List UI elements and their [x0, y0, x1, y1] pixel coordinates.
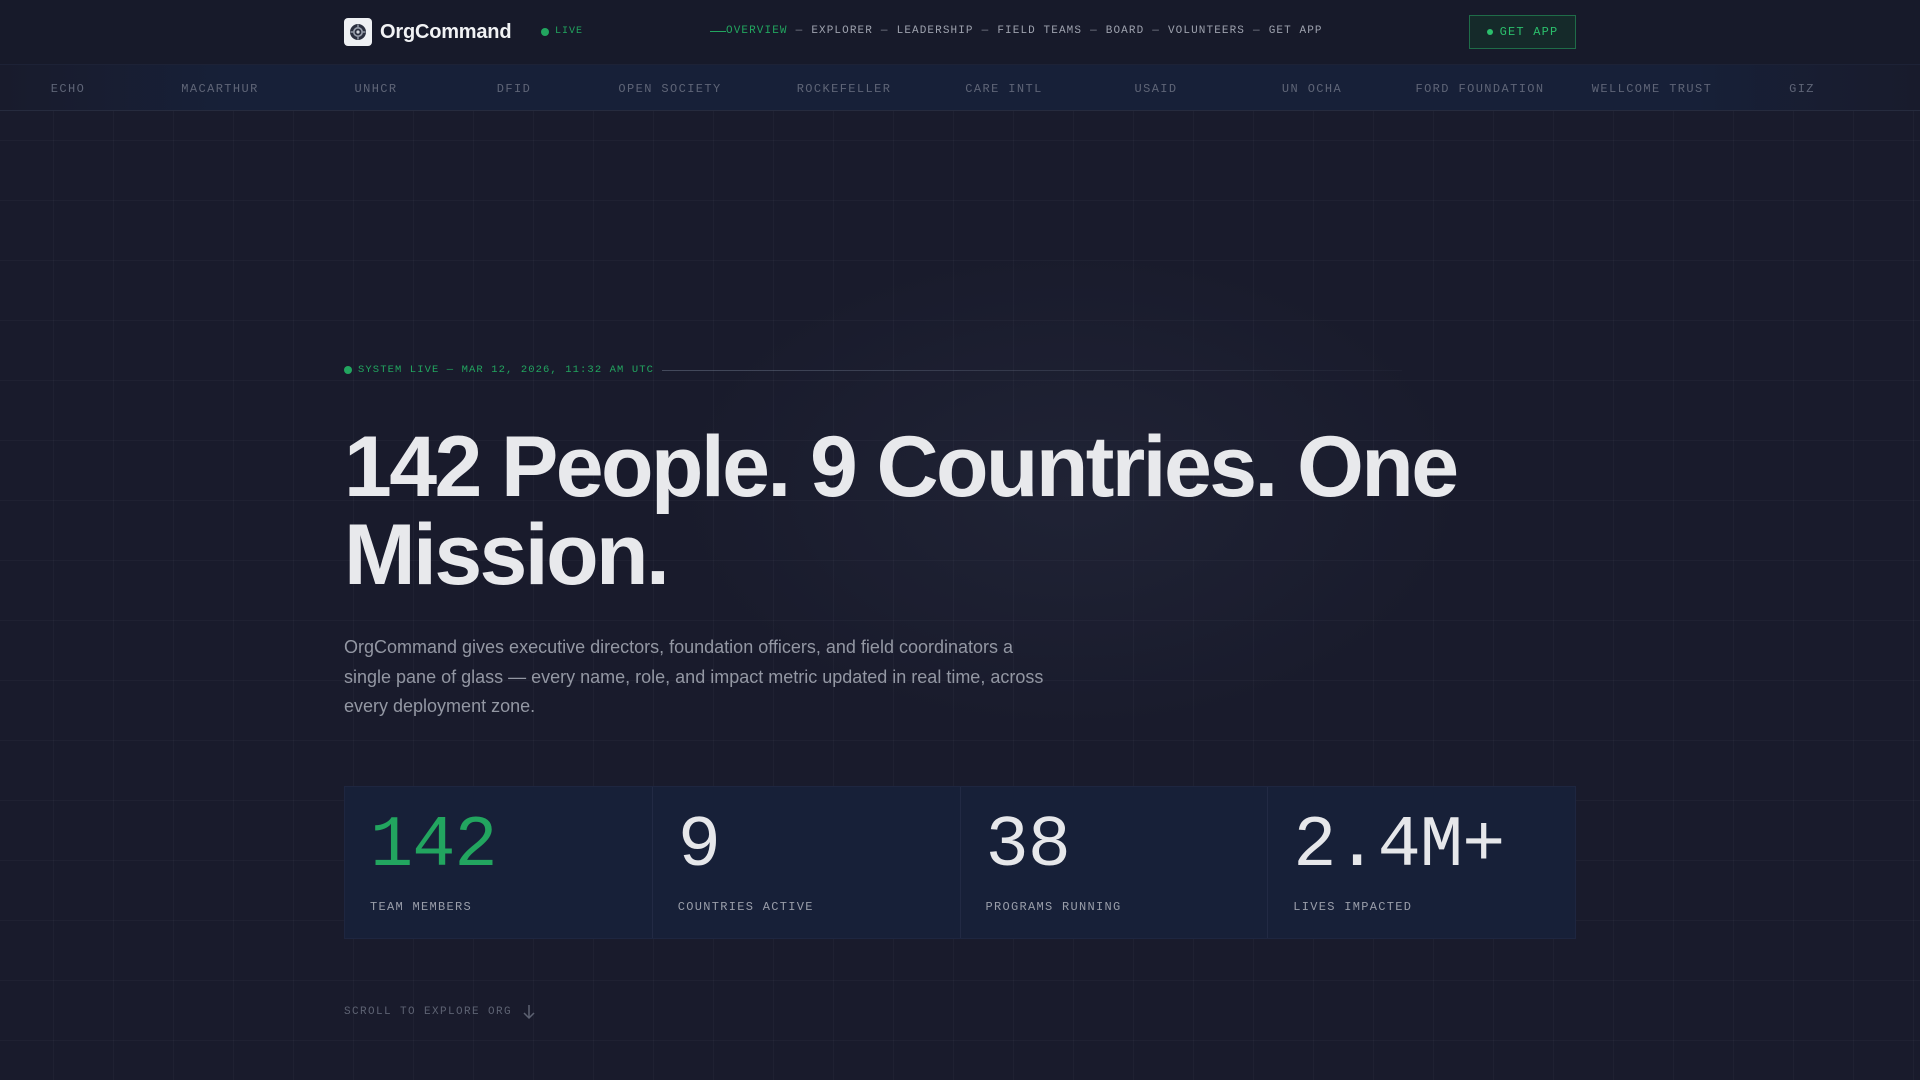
nav-separator: — [1253, 25, 1261, 37]
nav-item-leadership[interactable]: LEADERSHIP [897, 25, 974, 37]
nav-item-explorer[interactable]: EXPLORER [811, 25, 873, 37]
nav-item-volunteers[interactable]: VOLUNTEERS [1168, 25, 1245, 37]
stat-value: 2.4M+ [1293, 805, 1505, 887]
nav-separator: — [1152, 25, 1160, 37]
active-indicator-line [710, 30, 726, 32]
top-bar: OrgCommand LIVE OVERVIEW — EXPLORER — LE… [0, 0, 1920, 64]
get-app-button[interactable]: GET APP [1469, 15, 1576, 49]
system-status-text: SYSTEM LIVE — MAR 12, 2026, 11:32 AM UTC [358, 364, 655, 376]
live-label: LIVE [555, 26, 584, 37]
partner-logo: OPEN SOCIETY [618, 82, 722, 96]
nav-separator: — [1090, 25, 1098, 37]
arrow-down-icon [523, 1005, 535, 1020]
stat-value: 38 [985, 805, 1071, 887]
nav-separator: — [981, 25, 990, 37]
partner-logo: UNHCR [354, 82, 398, 96]
main-nav: OVERVIEW — EXPLORER — LEADERSHIP — FIELD… [710, 25, 1323, 37]
partner-logo: ROCKEFELLER [796, 82, 892, 96]
get-app-label: GET APP [1499, 25, 1559, 39]
nav-item-board[interactable]: BOARD [1106, 25, 1145, 37]
partner-logo: USAID [1134, 82, 1178, 96]
status-divider [662, 370, 1402, 371]
brand-name: OrgCommand [380, 20, 512, 43]
nav-separator: — [880, 25, 889, 37]
stat-label: PROGRAMS RUNNING [985, 900, 1122, 914]
stat-label: COUNTRIES ACTIVE [677, 900, 814, 914]
brand-logo-icon [344, 18, 372, 46]
live-dot-icon [541, 27, 549, 36]
partner-logo: ECHO [50, 82, 86, 96]
partner-logo: FORD FOUNDATION [1415, 82, 1545, 96]
hero-subtext: OrgCommand gives executive directors, fo… [344, 637, 1044, 716]
stat-value: 142 [370, 805, 498, 887]
partner-logo: CARE INTL [965, 82, 1043, 96]
scroll-hint-label: SCROLL TO EXPLORE ORG [344, 1006, 513, 1018]
partner-logo: DFID [496, 82, 532, 96]
partner-logo: WELLCOME TRUST [1591, 82, 1713, 96]
status-dot-icon [344, 366, 352, 374]
cta-dot-icon [1486, 29, 1493, 35]
nav-item-overview[interactable]: OVERVIEW [726, 25, 788, 37]
nav-item-field-teams[interactable]: FIELD TEAMS [997, 25, 1082, 37]
stat-card-team-members: 142 TEAM MEMBERS [345, 787, 653, 938]
partner-logo: MACARTHUR [181, 82, 259, 96]
stat-label: LIVES IMPACTED [1293, 900, 1413, 914]
stat-card-lives-impacted: 2.4M+ LIVES IMPACTED [1268, 787, 1575, 938]
scroll-hint[interactable]: SCROLL TO EXPLORE ORG [344, 1004, 536, 1020]
stat-value: 9 [677, 805, 721, 887]
partner-strip: ECHO MACARTHUR UNHCR DFID OPEN SOCIETY R… [0, 64, 1920, 111]
nav-item-get-app[interactable]: GET APP [1269, 25, 1323, 37]
live-indicator: LIVE [541, 26, 583, 37]
stat-card-countries: 9 COUNTRIES ACTIVE [652, 787, 961, 938]
nav-separator: — [795, 25, 804, 37]
partner-logo: GIZ [1789, 82, 1815, 96]
partner-logo: UN OCHA [1281, 82, 1343, 96]
brand[interactable]: OrgCommand [344, 18, 512, 46]
system-status: SYSTEM LIVE — MAR 12, 2026, 11:32 AM UTC [344, 364, 654, 376]
stats-panel: 142 TEAM MEMBERS 9 COUNTRIES ACTIVE 38 P… [344, 786, 1576, 939]
hero-headline: 142 People. 9 Countries. One Mission. [344, 419, 1459, 603]
stat-label: TEAM MEMBERS [370, 900, 473, 914]
stat-card-programs: 38 PROGRAMS RUNNING [960, 787, 1269, 938]
